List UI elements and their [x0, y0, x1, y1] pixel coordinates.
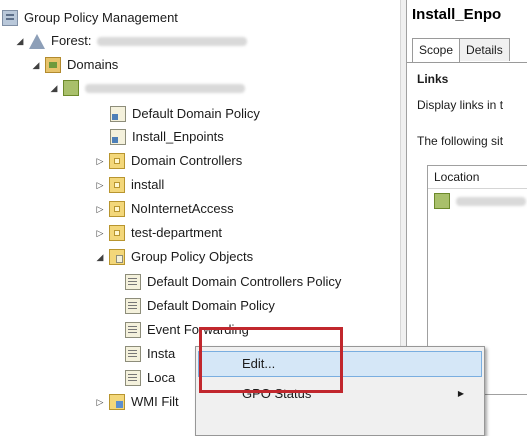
gpo-icon	[125, 370, 141, 386]
links-heading: Links	[417, 72, 449, 86]
tree-domains[interactable]: ◢ Domains	[30, 54, 118, 76]
tree-item-label: Group Policy Objects	[131, 249, 254, 264]
tree-item[interactable]: ▷ WMI Filt	[94, 391, 179, 413]
submenu-arrow-icon: ▶	[457, 389, 464, 398]
expand-icon[interactable]: ▷	[94, 174, 106, 196]
tree-item-label: test-department	[131, 225, 223, 240]
gpo-icon	[125, 298, 141, 314]
gpo-icon	[125, 274, 141, 290]
tree-item-label: Domain Controllers	[131, 153, 243, 168]
wmi-folder-icon	[109, 394, 125, 410]
domains-icon	[45, 57, 61, 73]
gpo-link-icon	[110, 106, 126, 122]
menu-item-label: GPO Status	[242, 386, 312, 401]
redacted-forest-name	[97, 36, 248, 46]
tree-item-label: NoInternetAccess	[131, 201, 234, 216]
menu-item-edit[interactable]: Edit...	[198, 351, 482, 377]
tab-strip: Scope Details	[412, 38, 510, 63]
tree-item[interactable]: Loca	[125, 367, 175, 389]
expand-icon[interactable]: ▷	[94, 198, 106, 220]
gpm-icon	[2, 10, 18, 26]
expand-icon[interactable]: ▷	[94, 391, 106, 413]
gpo-icon	[125, 346, 141, 362]
display-links-text: Display links in t	[417, 98, 504, 112]
forest-icon	[29, 33, 45, 49]
collapse-icon[interactable]: ◢	[14, 30, 26, 52]
tab-scope[interactable]: Scope	[412, 38, 461, 63]
tree-item[interactable]: ▷ test-department	[94, 222, 222, 244]
tree-item[interactable]: Default Domain Policy	[125, 295, 275, 317]
tree-item-label: Insta	[147, 346, 176, 361]
tree-item-selected[interactable]: Insta	[125, 343, 175, 365]
tree-domains-label: Domains	[67, 57, 119, 72]
tree-item[interactable]: ◢ Group Policy Objects	[94, 246, 253, 268]
tree-item[interactable]: Install_Enpoints	[110, 126, 224, 148]
tree-root[interactable]: Group Policy Management	[2, 7, 178, 29]
gpo-folder-icon	[109, 249, 125, 265]
menu-item-gpo-status[interactable]: GPO Status ▶	[198, 381, 482, 407]
expand-icon[interactable]: ▷	[94, 150, 106, 172]
tree-item-label: Default Domain Controllers Policy	[147, 274, 342, 289]
redacted-domain-name	[85, 83, 245, 93]
tree-item-label: WMI Filt	[131, 394, 179, 409]
tree-item-label: Default Domain Policy	[147, 298, 275, 313]
tree-item[interactable]: ▷ install	[94, 174, 164, 196]
following-text: The following sit	[417, 134, 504, 148]
tree-item[interactable]: Event Forwarding	[125, 319, 249, 341]
tab-details[interactable]: Details	[459, 38, 510, 61]
collapse-icon[interactable]: ◢	[94, 246, 106, 268]
column-header-location[interactable]: Location	[428, 166, 527, 189]
ou-icon	[109, 201, 125, 217]
redacted-location	[456, 196, 526, 206]
tree-item-label: install	[131, 177, 165, 192]
menu-item-label: Edit...	[242, 356, 276, 371]
tree-domain[interactable]: ◢	[48, 77, 245, 99]
tab-divider	[407, 62, 527, 63]
tree-item-label: Default Domain Policy	[132, 106, 260, 121]
collapse-icon[interactable]: ◢	[48, 77, 60, 99]
tree-item-label: Install_Enpoints	[132, 129, 224, 144]
domain-icon	[434, 193, 450, 209]
expand-icon[interactable]: ▷	[94, 222, 106, 244]
tree-item[interactable]: Default Domain Controllers Policy	[125, 271, 341, 293]
domain-icon	[63, 80, 79, 96]
tree-forest-label: Forest:	[51, 33, 92, 48]
tree-forest[interactable]: ◢ Forest:	[14, 30, 248, 52]
details-title: Install_Enpo	[412, 6, 502, 23]
collapse-icon[interactable]: ◢	[30, 54, 42, 76]
ou-icon	[109, 153, 125, 169]
list-item[interactable]	[428, 191, 527, 211]
tree-item[interactable]: ▷ NoInternetAccess	[94, 198, 234, 220]
tree-root-label: Group Policy Management	[24, 10, 178, 25]
gpo-link-icon	[110, 129, 126, 145]
tree-item-label: Event Forwarding	[147, 322, 249, 337]
ou-icon	[109, 225, 125, 241]
tree-item[interactable]: Default Domain Policy	[110, 103, 260, 125]
ou-icon	[109, 177, 125, 193]
gpo-icon	[125, 322, 141, 338]
tree-item-label: Loca	[147, 370, 176, 385]
tree-item[interactable]: ▷ Domain Controllers	[94, 150, 242, 172]
context-menu: Edit... GPO Status ▶	[195, 346, 485, 436]
